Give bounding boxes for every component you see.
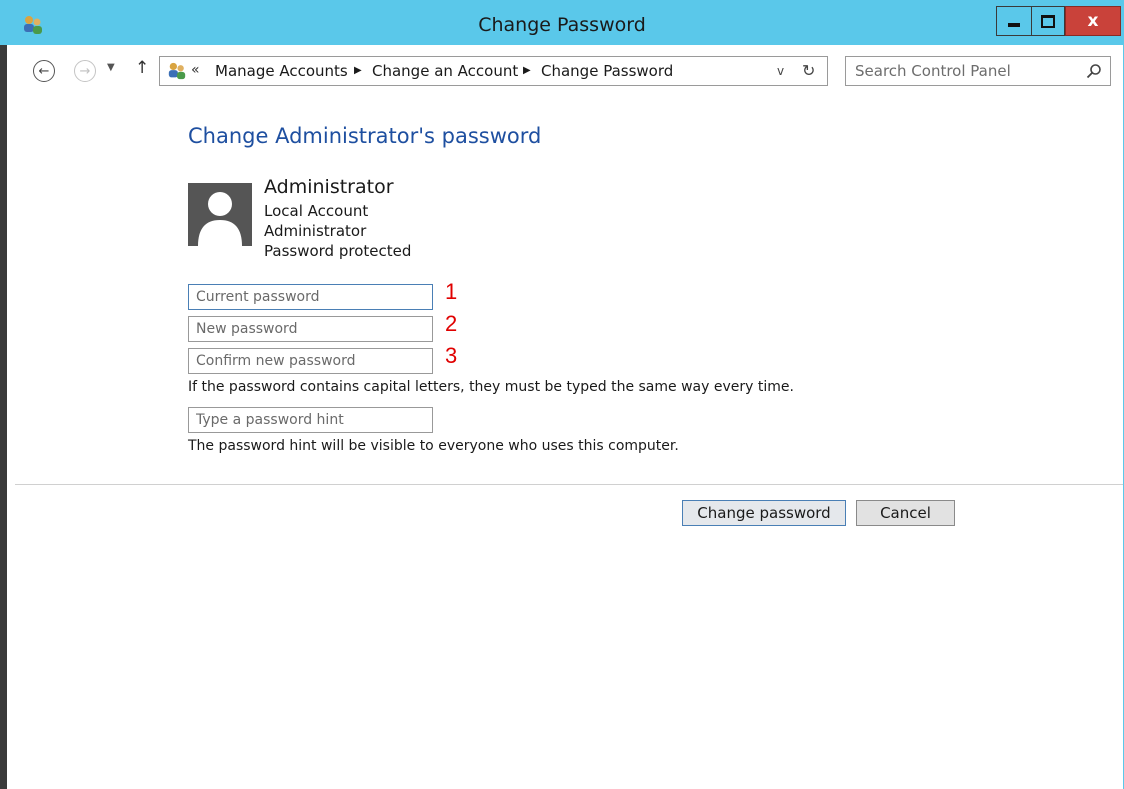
control-panel-users-icon xyxy=(168,62,186,80)
hint-visibility-note: The password hint will be visible to eve… xyxy=(188,438,679,454)
breadcrumb-change-password[interactable]: Change Password xyxy=(541,62,673,80)
search-box[interactable]: Search Control Panel xyxy=(845,56,1111,86)
divider xyxy=(15,484,1123,485)
step-marker-2: 2 xyxy=(445,311,458,336)
close-icon: x xyxy=(1087,11,1099,31)
new-password-input[interactable] xyxy=(188,316,433,342)
step-marker-3: 3 xyxy=(445,343,458,368)
password-status: Password protected xyxy=(264,242,412,260)
recent-locations-icon[interactable]: ▼ xyxy=(107,62,115,73)
address-overflow-icon[interactable]: « xyxy=(191,62,200,78)
change-password-button[interactable]: Change password xyxy=(682,500,846,526)
client-area: ← → ▼ ↑ « Manage Accounts ▶ Change an Ac… xyxy=(7,45,1123,789)
user-avatar xyxy=(188,183,252,246)
breadcrumb-change-an-account[interactable]: Change an Account xyxy=(372,62,518,80)
step-marker-1: 1 xyxy=(445,279,458,304)
user-name: Administrator xyxy=(264,176,394,198)
maximize-icon xyxy=(1041,14,1055,28)
up-arrow-icon[interactable]: ↑ xyxy=(135,58,149,78)
breadcrumb-separator-icon[interactable]: ▶ xyxy=(354,65,362,76)
minimize-button[interactable] xyxy=(996,6,1032,36)
breadcrumb-separator-icon[interactable]: ▶ xyxy=(523,65,531,76)
user-silhouette-icon xyxy=(188,183,252,246)
close-button[interactable]: x xyxy=(1065,6,1121,36)
password-hint-input[interactable] xyxy=(188,407,433,433)
cancel-button[interactable]: Cancel xyxy=(856,500,955,526)
window-title: Change Password xyxy=(478,14,646,36)
minimize-icon xyxy=(1008,23,1020,27)
window-border xyxy=(0,45,7,789)
address-bar[interactable]: « Manage Accounts ▶ Change an Account ▶ … xyxy=(159,56,828,86)
current-password-input[interactable] xyxy=(188,284,433,310)
address-dropdown-icon[interactable]: v xyxy=(777,64,784,78)
account-role: Administrator xyxy=(264,222,367,240)
page-title: Change Administrator's password xyxy=(188,124,542,148)
forward-arrow-icon[interactable]: → xyxy=(74,60,96,82)
refresh-icon[interactable]: ↻ xyxy=(802,61,815,80)
back-arrow-icon[interactable]: ← xyxy=(33,60,55,82)
window: Change Password x ← → ▼ ↑ « Manage Accou… xyxy=(0,0,1124,789)
search-placeholder: Search Control Panel xyxy=(855,62,1011,80)
search-icon[interactable] xyxy=(1086,63,1102,79)
account-type: Local Account xyxy=(264,202,369,220)
confirm-password-input[interactable] xyxy=(188,348,433,374)
case-sensitivity-note: If the password contains capital letters… xyxy=(188,379,794,395)
navigation-bar: ← → ▼ ↑ « Manage Accounts ▶ Change an Ac… xyxy=(7,45,1123,95)
breadcrumb-manage-accounts[interactable]: Manage Accounts xyxy=(215,62,348,80)
maximize-button[interactable] xyxy=(1031,6,1065,36)
